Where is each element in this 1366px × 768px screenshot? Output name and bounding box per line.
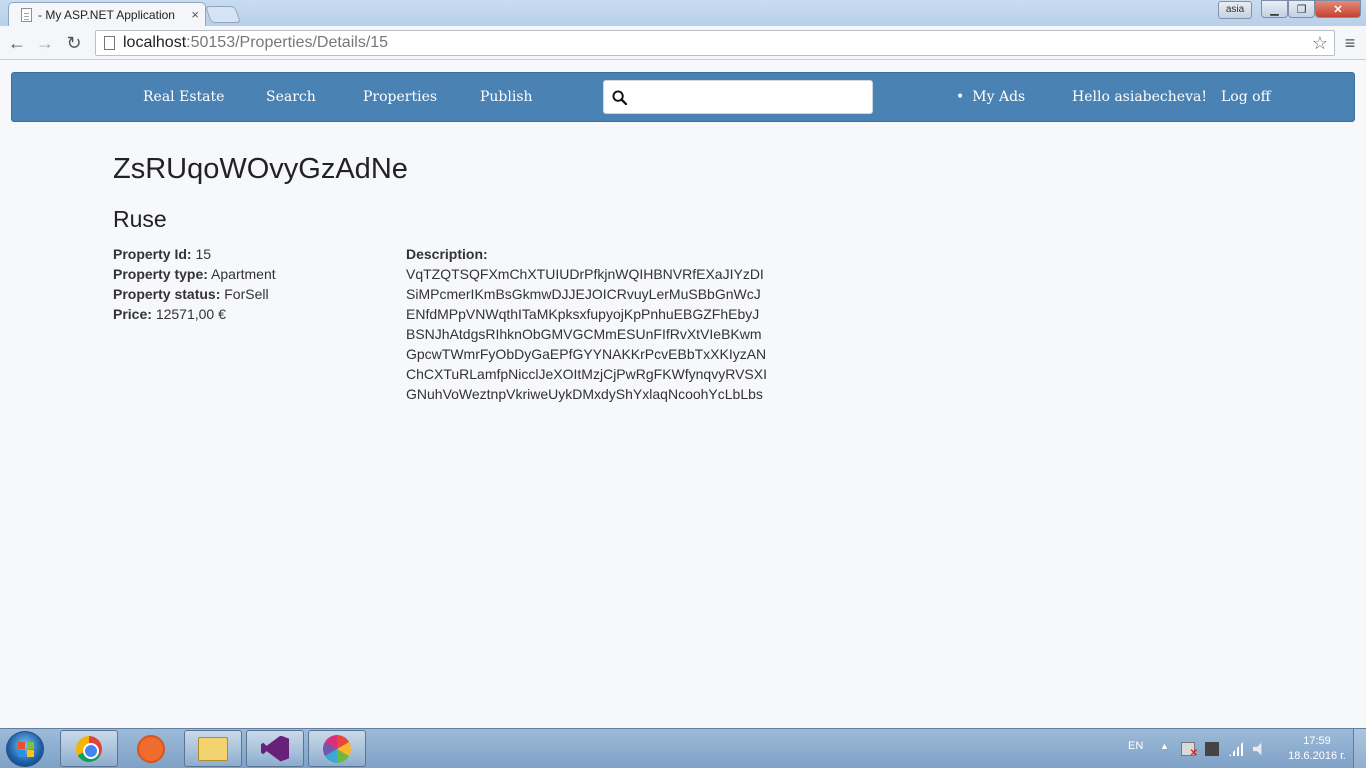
property-id-label: Property Id: xyxy=(113,246,192,262)
start-button[interactable] xyxy=(6,731,44,767)
language-indicator[interactable]: EN xyxy=(1128,740,1143,768)
clock[interactable]: 17:59 18.6.2016 г. xyxy=(1284,734,1350,764)
chrome-icon xyxy=(76,735,102,762)
url-path: :50153/Properties/Details/15 xyxy=(186,34,389,51)
maximize-button[interactable]: ❐ xyxy=(1288,0,1315,18)
network-icon[interactable] xyxy=(1205,742,1219,756)
property-id-row: Property Id: 15 xyxy=(113,244,276,264)
property-attributes: Property Id: 15 Property type: Apartment… xyxy=(113,244,276,324)
nav-properties-link[interactable]: Properties xyxy=(363,89,437,105)
taskbar-picasa-button[interactable] xyxy=(308,730,366,767)
page-info-icon[interactable] xyxy=(104,36,115,50)
property-city: Ruse xyxy=(113,206,167,232)
taskbar-explorer-button[interactable] xyxy=(184,730,242,767)
property-status-label: Property status: xyxy=(113,286,221,302)
browser-tab[interactable]: - My ASP.NET Application × xyxy=(8,2,206,26)
url-host: localhost xyxy=(123,34,187,51)
description-label: Description: xyxy=(406,246,488,262)
nav-publish-link[interactable]: Publish xyxy=(480,89,533,105)
tool-icon xyxy=(137,734,165,763)
folder-icon xyxy=(198,736,228,761)
property-price-row: Price: 12571,00 € xyxy=(113,304,276,324)
volume-icon[interactable] xyxy=(1253,742,1262,756)
nav-search-link[interactable]: Search xyxy=(266,89,316,105)
description-line: GpcwTWmrFyObDyGaEPfGYYNAKKrPcvEBbTxXKIyz… xyxy=(406,346,767,362)
new-tab-button[interactable] xyxy=(204,6,242,23)
show-hidden-icons-icon[interactable]: ▲ xyxy=(1160,741,1169,768)
back-arrow-icon[interactable]: ← xyxy=(6,32,28,54)
taskbar-tool-button[interactable] xyxy=(122,730,180,767)
property-status-row: Property status: ForSell xyxy=(113,284,276,304)
property-type-row: Property type: Apartment xyxy=(113,264,276,284)
minimize-button[interactable]: ▁ xyxy=(1261,0,1288,18)
description-line: ENfdMPpVNWqthITaMKpksxfupyojKpPnhuEBGZFh… xyxy=(406,306,760,322)
star-icon[interactable]: ☆ xyxy=(1312,33,1328,54)
visual-studio-icon xyxy=(261,735,289,762)
nav-user-greeting-link[interactable]: Hello asiabecheva! xyxy=(1072,89,1207,105)
close-window-button[interactable]: ✕ xyxy=(1315,0,1361,18)
page-icon xyxy=(21,7,32,22)
windows-taskbar: EN ▲ 17:59 18.6.2016 г. xyxy=(0,728,1366,768)
property-description: Description: VqTZQTSQFXmChXTUIUDrPfkjnWQ… xyxy=(406,244,767,404)
description-line: ChCXTuRLamfpNicclJeXOItMzjCjPwRgFKWfynqv… xyxy=(406,366,767,382)
menu-icon[interactable]: ≡ xyxy=(1341,33,1359,53)
nav-log-off-link[interactable]: Log off xyxy=(1221,89,1271,105)
nav-brand-link[interactable]: Real Estate xyxy=(143,89,224,105)
tab-close-icon[interactable]: × xyxy=(191,7,199,22)
description-line: BSNJhAtdgsRIhknObGMVGCMmESUnFIfRvXtVIeBK… xyxy=(406,326,762,342)
property-type-label: Property type: xyxy=(113,266,208,282)
tab-title: - My ASP.NET Application xyxy=(38,7,175,22)
taskbar-chrome-button[interactable] xyxy=(60,730,118,767)
picasa-icon xyxy=(323,734,351,763)
property-status-value: ForSell xyxy=(224,286,269,302)
property-price-label: Price: xyxy=(113,306,152,322)
site-navbar: Real Estate Search Properties Publish My… xyxy=(11,72,1355,122)
clock-date: 18.6.2016 г. xyxy=(1288,750,1346,762)
profile-badge[interactable]: asia xyxy=(1218,1,1252,19)
search-input[interactable] xyxy=(633,84,853,110)
action-center-icon[interactable] xyxy=(1181,742,1198,759)
browser-toolbar: ← → ↻ localhost:50153/Properties/Details… xyxy=(0,26,1366,60)
search-icon xyxy=(612,89,627,105)
search-field[interactable] xyxy=(603,80,873,114)
reload-icon[interactable]: ↻ xyxy=(63,32,85,54)
property-title: ZsRUqoWOvyGzAdNe xyxy=(113,153,408,185)
nav-my-ads-link[interactable]: My Ads xyxy=(956,89,1025,105)
browser-titlebar: - My ASP.NET Application × asia ▁ ❐ ✕ xyxy=(0,0,1366,26)
show-desktop-button[interactable] xyxy=(1353,729,1366,768)
property-id-value: 15 xyxy=(195,246,212,262)
description-line: GNuhVoWeztnpVkriweUykDMxdyShYxlaqNcoohYc… xyxy=(406,386,763,402)
property-price-value: 12571,00 € xyxy=(155,306,226,322)
address-bar[interactable]: localhost:50153/Properties/Details/15 ☆ xyxy=(95,30,1335,56)
signal-icon[interactable] xyxy=(1229,742,1243,756)
taskbar-visual-studio-button[interactable] xyxy=(246,730,304,767)
description-line: SiMPcmerIKmBsGkmwDJJEJOICRvuyLerMuSBbGnW… xyxy=(406,286,761,302)
forward-arrow-icon[interactable]: → xyxy=(34,32,56,54)
description-line: VqTZQTSQFXmChXTUIUDrPfkjnWQIHBNVRfEXaJIY… xyxy=(406,266,764,282)
property-type-value: Apartment xyxy=(211,266,276,282)
clock-time: 17:59 xyxy=(1303,735,1331,747)
